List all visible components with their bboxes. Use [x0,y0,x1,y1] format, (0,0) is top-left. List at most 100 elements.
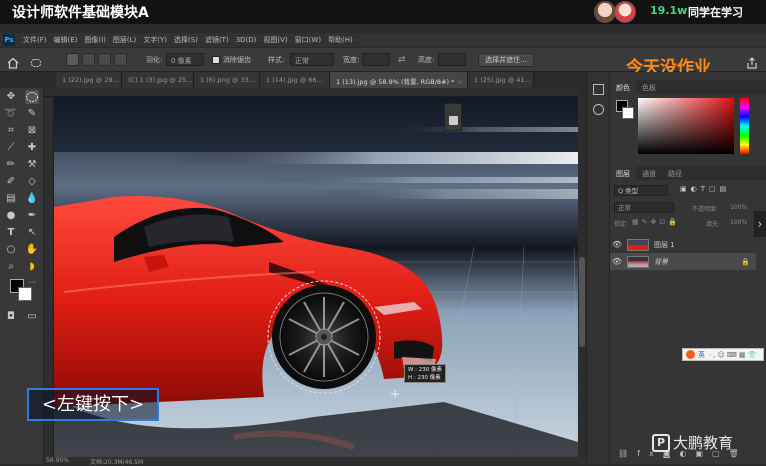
sogou-logo-icon [686,350,695,359]
layer-name: 背景 [654,257,668,266]
intersect-selection-button[interactable] [114,53,127,66]
tab-swatches[interactable]: 色板 [636,80,662,94]
feather-label: 羽化: [146,56,163,64]
eye-icon[interactable]: 👁 [610,240,624,249]
hand-tool-icon[interactable]: ✋ [25,243,39,257]
menu-view[interactable]: 视图(V) [263,35,287,45]
canvas-scrollbar[interactable] [578,97,586,457]
layer-name: 图层 1 [654,240,675,249]
blur-tool-icon[interactable]: 💧 [25,192,39,206]
background-color-swatch[interactable] [18,287,32,301]
document-tab[interactable]: 1 (25).jpg @ 41... [468,72,534,88]
menu-layer[interactable]: 图层(L) [113,35,136,45]
subtract-selection-button[interactable] [98,53,111,66]
menu-image[interactable]: 图像(I) [84,35,106,45]
document-tab[interactable]: 1 (6).png @ 33... [194,72,260,88]
tab-paths[interactable]: 路径 [662,166,688,180]
pen-tool-icon[interactable]: ✒ [25,209,39,223]
opacity-value[interactable]: 100% [730,204,747,211]
select-and-mask-button[interactable]: 选择并遮住... [478,53,534,67]
menu-select[interactable]: 选择(S) [174,35,198,45]
width-input[interactable] [362,53,390,66]
ime-tools-icons[interactable]: ·,☺⌨▦👕 [709,351,758,359]
height-input[interactable] [438,53,466,66]
lock-label: 锁定: [614,221,629,228]
tab-color[interactable]: 颜色 [610,80,636,94]
properties-panel-icon[interactable] [593,104,604,115]
document-info[interactable]: 文档:20.3M/46.5M [90,457,143,466]
tab-channels[interactable]: 通道 [636,166,662,180]
hue-slider[interactable] [740,98,749,154]
new-selection-button[interactable] [66,53,79,66]
gradient-tool-icon[interactable]: ▤ [4,192,18,206]
move-tool-icon[interactable]: ✥ [4,90,18,104]
marquee-tool-icon[interactable] [25,90,39,104]
ime-language[interactable]: 英 [698,350,705,360]
menu-file[interactable]: 文件(F) [23,35,47,45]
zoom-tool-icon[interactable]: ⌕ [4,260,18,274]
crop-tool-icon[interactable]: ⌗ [4,124,18,138]
panel-icon[interactable] [449,116,458,125]
bg-color-chip[interactable] [622,107,634,119]
close-tab-icon[interactable]: × [457,78,462,86]
layer-filter-select[interactable]: Q 类型 [614,185,668,196]
document-tabs: 1 (22).jpg @ 29... (C) 1 (3).jpg @ 25...… [56,72,578,88]
collapsed-panel-strip [586,72,610,464]
zoom-level[interactable]: 58.95% [46,457,69,464]
color-picker-field[interactable] [638,98,734,154]
share-icon[interactable] [746,54,758,69]
antialias-checkbox[interactable] [212,56,220,64]
menu-window[interactable]: 窗口(W) [295,35,321,45]
eyedropper-tool-icon[interactable]: ⟋ [4,141,18,155]
lock-icon: 🔒 [741,257,750,266]
menu-filter[interactable]: 滤镜(T) [205,35,229,45]
marquee-preset-icon[interactable] [30,54,42,67]
style-select[interactable]: 正常 [290,53,334,66]
lock-icons[interactable]: ▦✎✥⊡🔒 [632,218,680,226]
layer-filter-icons[interactable]: ▣◐T▢▤ [680,185,730,193]
quick-select-tool-icon[interactable]: ✎ [25,107,39,121]
clone-stamp-tool-icon[interactable]: ⚒ [25,158,39,172]
layer-row[interactable]: 👁 图层 1 [610,236,756,253]
type-tool-icon[interactable]: T [4,226,18,240]
home-icon[interactable] [7,54,19,69]
eye-icon[interactable]: 👁 [610,257,624,266]
floating-mini-panel[interactable] [444,103,462,131]
feather-input[interactable]: 0 像素 [166,53,204,66]
panel-collapse-arrow-icon[interactable]: › [754,211,766,237]
quick-mask-icon[interactable]: ◘ [4,310,18,324]
layer-row-selected[interactable]: 👁 背景 🔒 [610,253,756,270]
tab-layers[interactable]: 图层 [610,166,636,180]
stream-header: 设计师软件基础模块A 19.1w 同学在学习 [0,0,766,24]
document-tab[interactable]: 1 (14).jpg @ 66... [260,72,330,88]
fill-value[interactable]: 100% [730,219,747,226]
viewer-avatar [594,1,616,23]
layer-thumbnail [627,255,649,268]
healing-brush-tool-icon[interactable]: ✚ [25,141,39,155]
banana-icon[interactable]: ◗ [25,260,39,274]
document-tab[interactable]: 1 (22).jpg @ 29... [56,72,122,88]
brand-name: 大鹏教育 [673,434,734,452]
frame-tool-icon[interactable]: ⊠ [25,124,39,138]
menu-3d[interactable]: 3D(D) [236,36,257,44]
brush-tool-icon[interactable]: ✏ [4,158,18,172]
add-selection-button[interactable] [82,53,95,66]
ellipse-shape-tool-icon[interactable]: ○ [4,243,18,257]
history-brush-tool-icon[interactable]: ✐ [4,175,18,189]
history-panel-icon[interactable] [593,84,604,95]
opacity-label: 不透明度: [692,206,719,213]
document-tab[interactable]: (C) 1 (3).jpg @ 25... [122,72,194,88]
scrollbar-thumb[interactable] [579,257,585,347]
swap-dimensions-icon[interactable]: ⇄ [398,55,406,65]
path-select-tool-icon[interactable]: ↖ [25,226,39,240]
ime-toolbar[interactable]: 英 ·,☺⌨▦👕 [682,348,764,361]
eraser-tool-icon[interactable]: ◇ [25,175,39,189]
menu-help[interactable]: 帮助(H) [328,35,353,45]
menu-edit[interactable]: 编辑(E) [54,35,78,45]
screen-mode-icon[interactable]: ▭ [25,310,39,324]
dodge-tool-icon[interactable]: ● [4,209,18,223]
blend-mode-select[interactable]: 正常 [614,202,674,213]
document-tab-active[interactable]: 1 (13).jpg @ 58.9% (背景, RGB/8#) * × [330,72,468,88]
lasso-tool-icon[interactable]: ➰ [4,107,18,121]
menu-type[interactable]: 文字(Y) [143,35,167,45]
